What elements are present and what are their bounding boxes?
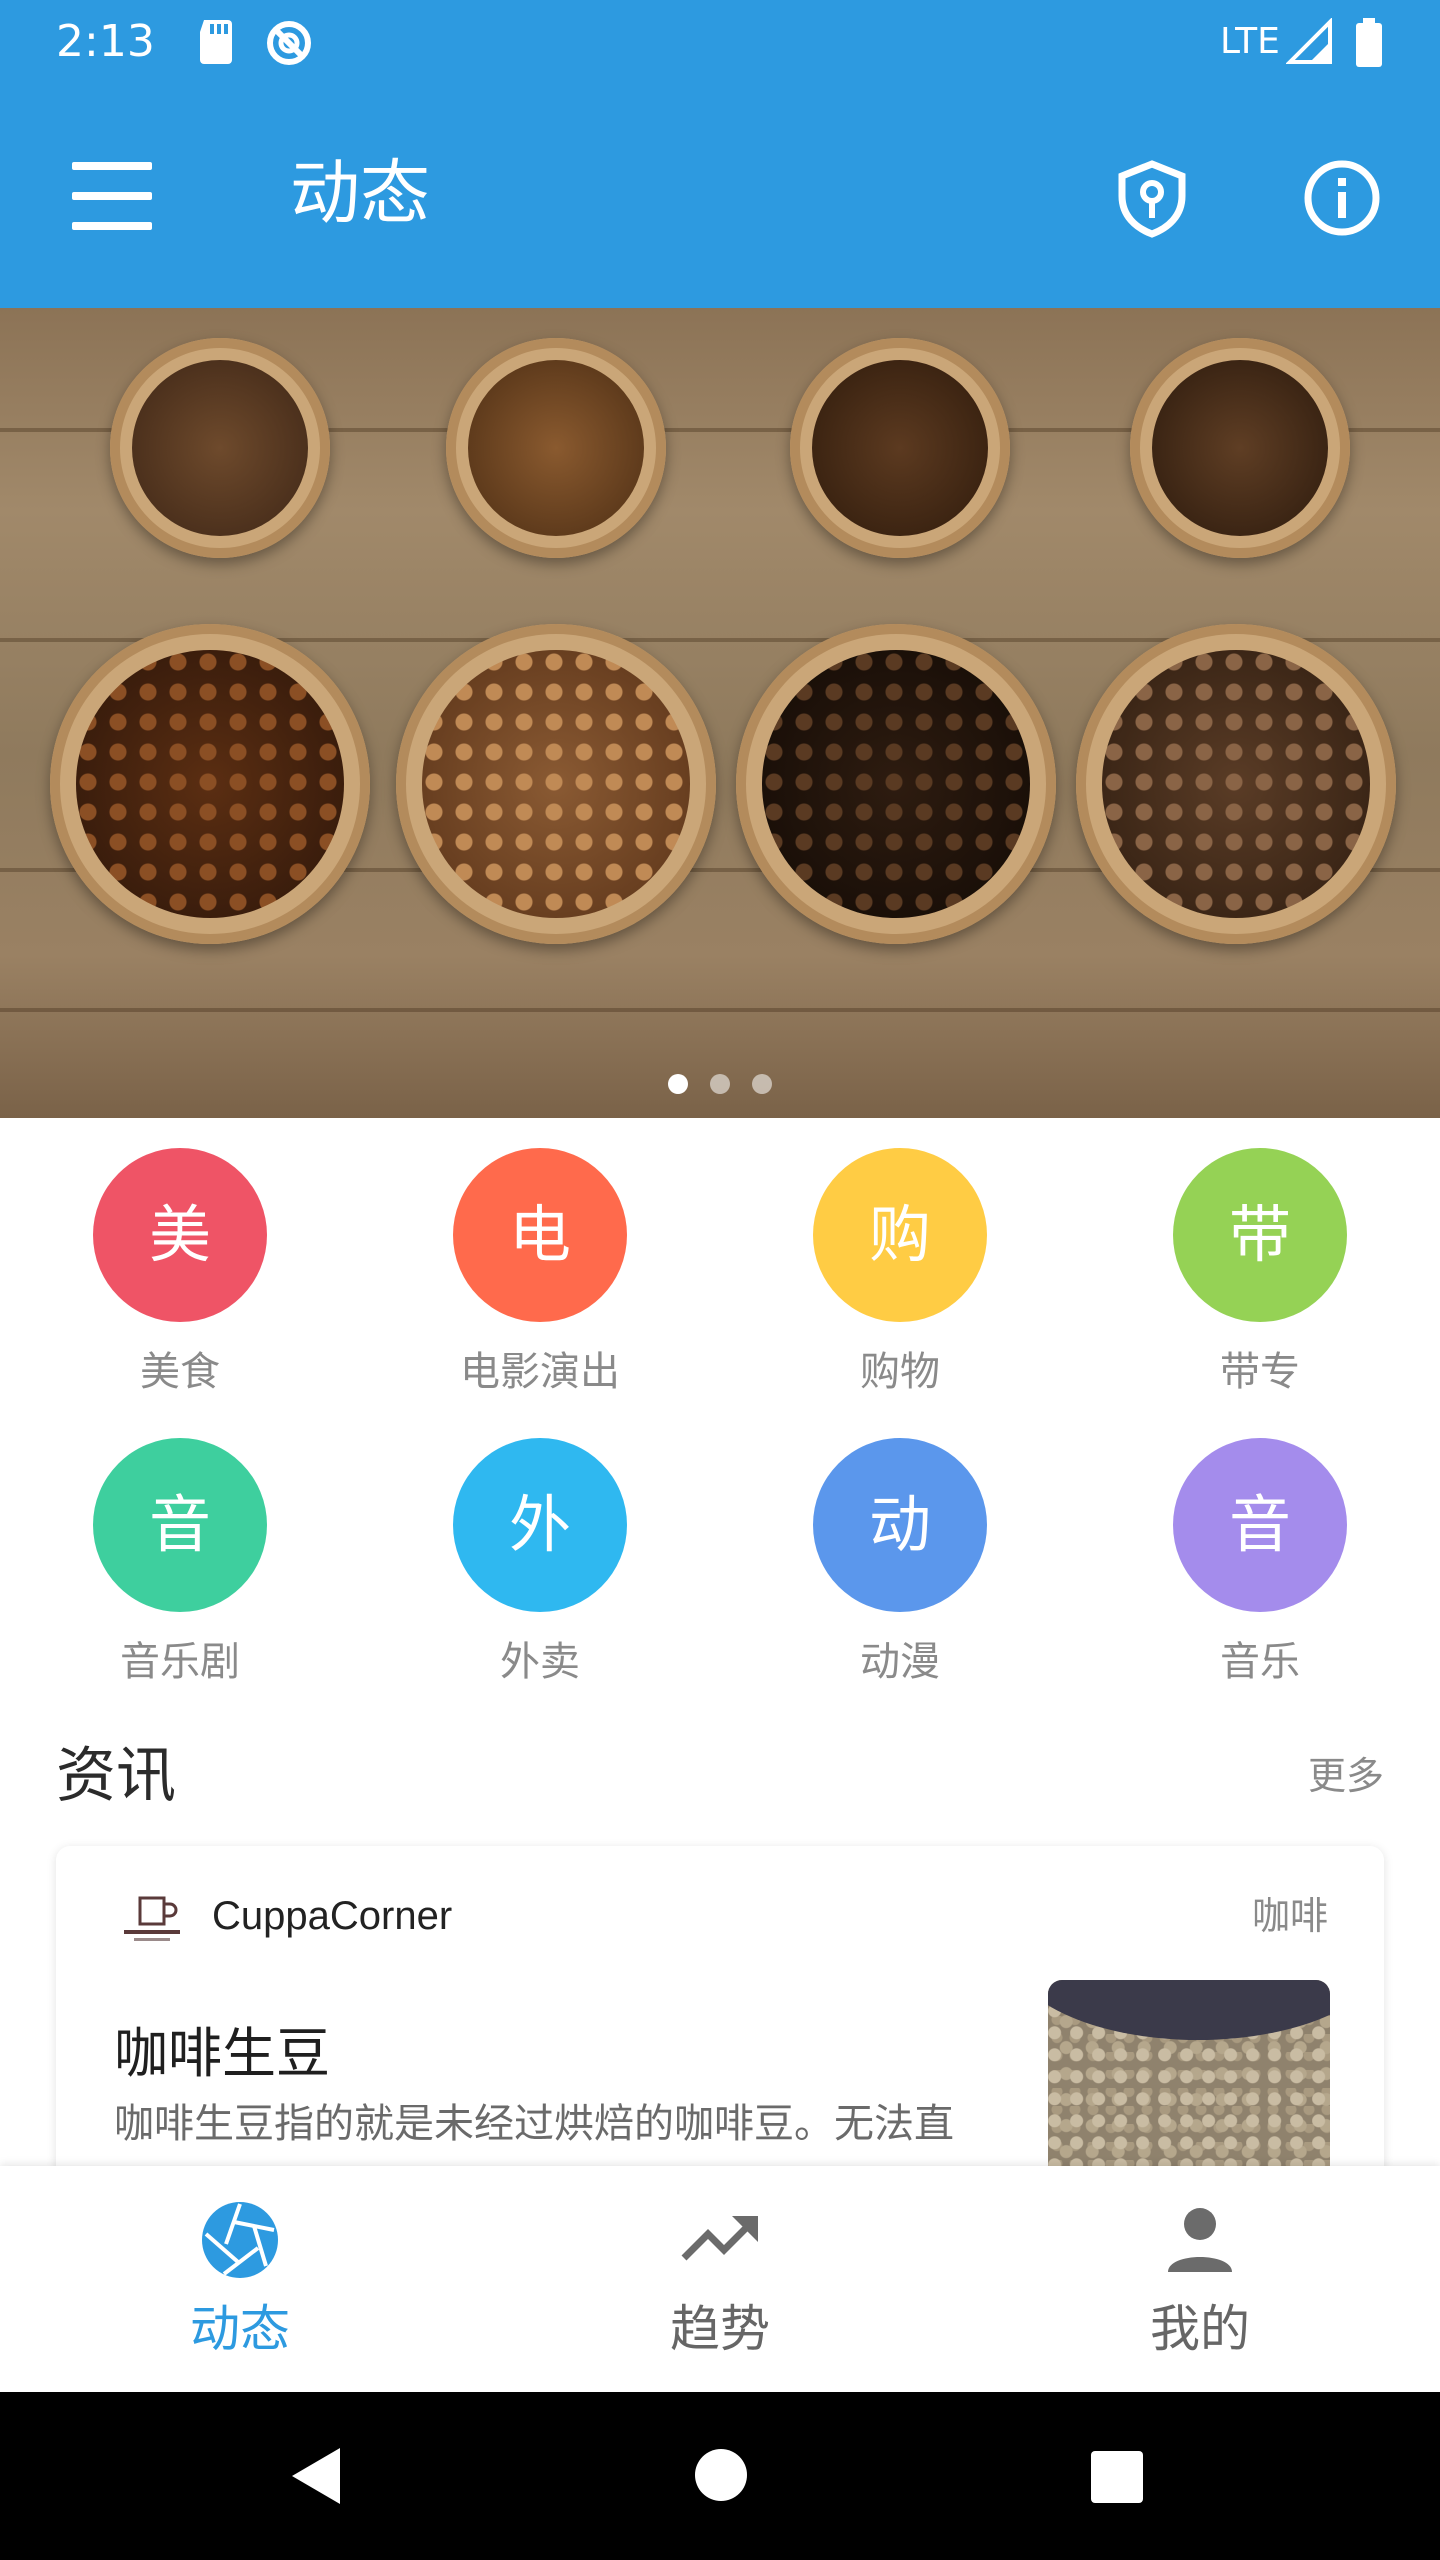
category-circle: 带 <box>1173 1148 1347 1322</box>
nav-label: 趋势 <box>670 2300 770 2358</box>
more-link[interactable]: 更多 <box>1308 1748 1384 1804</box>
nav-tab-dynamic[interactable]: 动态 <box>0 2166 480 2392</box>
nav-tab-trending[interactable]: 趋势 <box>480 2166 960 2392</box>
category-label: 电影演出 <box>460 1349 620 1395</box>
nav-label: 我的 <box>1150 2300 1250 2358</box>
coffee-bowl-image <box>736 624 1056 944</box>
category-anime[interactable]: 动 动漫 <box>720 1438 1080 1690</box>
category-daizhuan[interactable]: 带 带专 <box>1080 1148 1440 1400</box>
category-movies[interactable]: 电 电影演出 <box>360 1148 720 1400</box>
article-summary: 咖啡生豆指的就是未经过烘焙的咖啡豆。无法直 <box>114 2101 954 2147</box>
category-tag: 咖啡 <box>1251 1894 1328 1938</box>
category-label: 带专 <box>1220 1349 1300 1395</box>
category-circle: 美 <box>93 1148 267 1322</box>
coffee-bowl-image <box>396 624 716 944</box>
info-icon[interactable] <box>1302 158 1382 238</box>
status-bar: 2:13 LTE <box>0 0 1440 84</box>
category-circle: 外 <box>453 1438 627 1612</box>
category-circle: 音 <box>1173 1438 1347 1612</box>
category-label: 购物 <box>860 1349 940 1395</box>
category-takeout[interactable]: 外 外卖 <box>360 1438 720 1690</box>
sd-card-icon <box>200 20 232 64</box>
recents-icon[interactable] <box>1090 2450 1144 2504</box>
signal-icon <box>1286 18 1332 64</box>
article-headline: 咖啡生豆 <box>114 2022 330 2085</box>
category-label: 外卖 <box>500 1639 580 1685</box>
category-label: 动漫 <box>860 1639 940 1685</box>
category-circle: 电 <box>453 1148 627 1322</box>
carousel-dot[interactable] <box>710 1074 730 1094</box>
home-icon[interactable] <box>694 2448 748 2502</box>
nav-label: 动态 <box>190 2300 290 2358</box>
banner-carousel[interactable] <box>0 308 1440 1118</box>
bottom-navigation: 动态 趋势 我的 <box>0 2166 1440 2392</box>
person-icon <box>1168 2208 1232 2272</box>
coffee-bowl-image <box>790 338 1010 558</box>
category-music[interactable]: 音 音乐 <box>1080 1438 1440 1690</box>
nav-tab-profile[interactable]: 我的 <box>960 2166 1440 2392</box>
back-icon[interactable] <box>286 2444 346 2508</box>
trending-up-icon <box>681 2216 758 2261</box>
coffee-bowl-image <box>1130 338 1350 558</box>
carousel-dot[interactable] <box>668 1074 688 1094</box>
cuppacorner-logo-icon <box>124 1896 180 1941</box>
category-label: 美食 <box>140 1349 220 1395</box>
menu-icon[interactable] <box>72 162 152 230</box>
category-food[interactable]: 美 美食 <box>0 1148 360 1400</box>
category-circle: 音 <box>93 1438 267 1612</box>
system-navigation-bar <box>0 2392 1440 2560</box>
coffee-bowl-image <box>446 338 666 558</box>
shield-key-icon[interactable] <box>1112 158 1192 238</box>
carousel-dot[interactable] <box>752 1074 772 1094</box>
battery-icon <box>1356 18 1382 67</box>
category-label: 音乐 <box>1220 1639 1300 1685</box>
coffee-bowl-image <box>50 624 370 944</box>
category-musical[interactable]: 音 音乐剧 <box>0 1438 360 1690</box>
page-title: 动态 <box>290 152 430 234</box>
network-type: LTE <box>1220 21 1280 62</box>
aperture-icon <box>202 2202 278 2278</box>
app-bar: 动态 <box>0 84 1440 308</box>
category-shopping[interactable]: 购 购物 <box>720 1148 1080 1400</box>
status-time: 2:13 <box>56 16 155 67</box>
coffee-bowl-image <box>1076 624 1396 944</box>
coffee-bowl-image <box>110 338 330 558</box>
sync-icon <box>267 21 311 65</box>
source-name: CuppaCorner <box>212 1894 453 1938</box>
category-circle: 动 <box>813 1438 987 1612</box>
category-circle: 购 <box>813 1148 987 1322</box>
category-label: 音乐剧 <box>120 1639 240 1685</box>
news-section-title: 资讯 <box>56 1741 176 1811</box>
